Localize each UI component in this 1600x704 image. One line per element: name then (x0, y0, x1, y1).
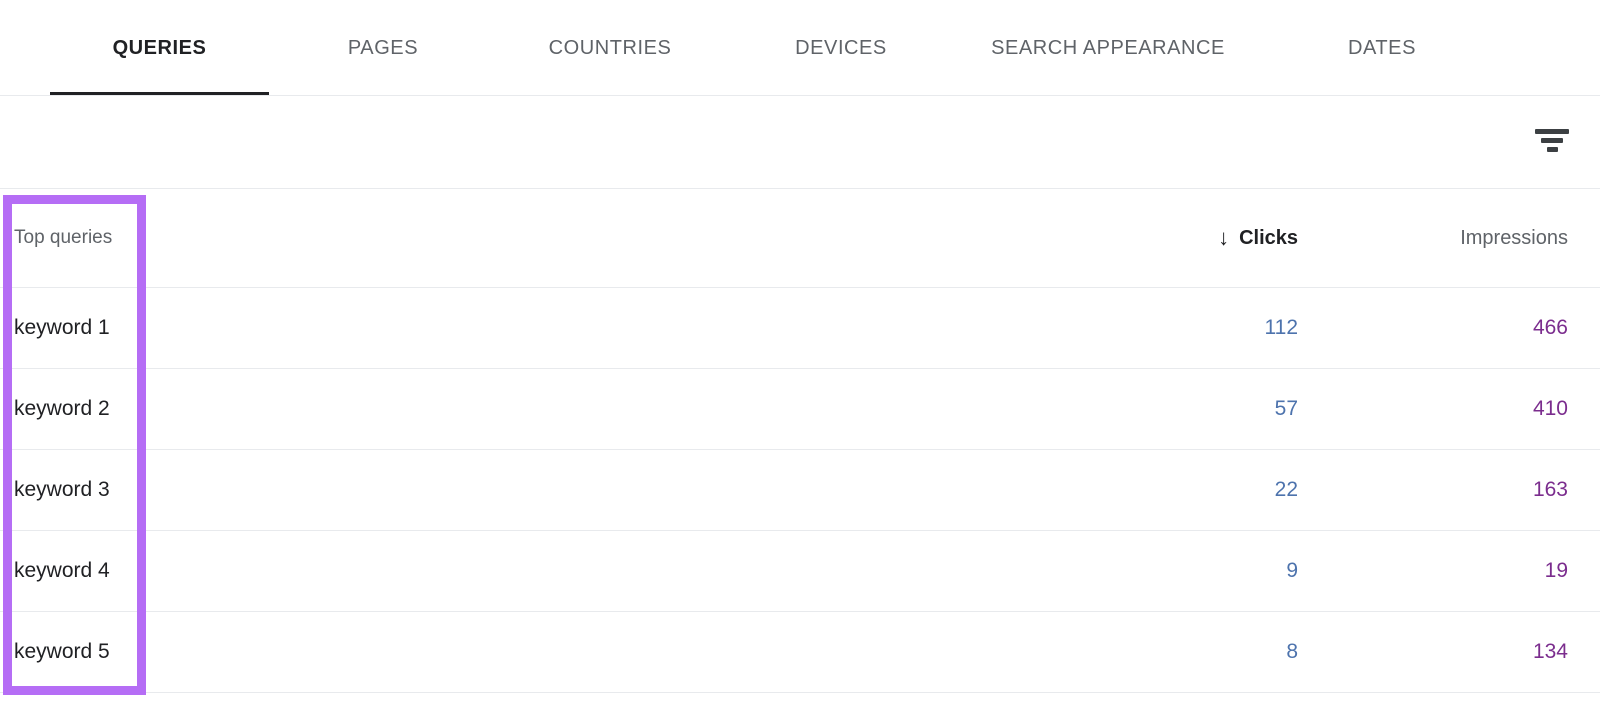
table-row[interactable]: keyword 3 22 163 (0, 450, 1600, 531)
sort-descending-arrow-icon: ↓ (1218, 225, 1230, 250)
cell-query: keyword 1 (14, 316, 110, 339)
tab-queries[interactable]: QUERIES (50, 0, 269, 96)
cell-query: keyword 4 (14, 559, 110, 582)
tab-dates[interactable]: DATES (1257, 0, 1507, 96)
filter-icon-bar-top (1535, 128, 1569, 134)
cell-clicks: 112 (1264, 316, 1298, 339)
filter-icon-bar-middle (1541, 137, 1563, 143)
table-row[interactable]: keyword 5 8 134 (0, 612, 1600, 693)
tab-devices-label: DEVICES (795, 36, 887, 59)
tab-queries-label: QUERIES (112, 36, 207, 59)
column-header-clicks[interactable]: ↓ Clicks (1136, 227, 1318, 250)
column-header-clicks-label: Clicks (1239, 226, 1298, 249)
table-row[interactable]: keyword 1 112 466 (0, 288, 1600, 369)
tab-bar: QUERIES PAGES COUNTRIES DEVICES SEARCH A… (0, 0, 1600, 96)
tab-search-appearance-label: SEARCH APPEARANCE (991, 36, 1225, 59)
tab-pages-label: PAGES (347, 36, 419, 59)
tab-dates-label: DATES (1348, 36, 1416, 59)
cell-impressions: 163 (1532, 478, 1568, 501)
cell-impressions: 466 (1532, 316, 1568, 339)
column-header-top-queries[interactable]: Top queries (0, 227, 1136, 249)
tab-countries-label: COUNTRIES (548, 36, 672, 59)
filter-icon[interactable] (1528, 116, 1576, 164)
filter-icon-bar-bottom (1546, 146, 1558, 152)
cell-impressions: 410 (1532, 397, 1568, 420)
tab-devices[interactable]: DEVICES (723, 0, 959, 96)
queries-table: Top queries ↓ Clicks Impressions keyword… (0, 189, 1600, 693)
cell-clicks: 8 (1286, 640, 1298, 663)
cell-clicks: 22 (1274, 478, 1298, 501)
tab-countries[interactable]: COUNTRIES (497, 0, 723, 96)
table-header-row: Top queries ↓ Clicks Impressions (0, 189, 1600, 288)
cell-query: keyword 5 (14, 640, 110, 663)
tab-search-appearance[interactable]: SEARCH APPEARANCE (959, 0, 1257, 96)
column-header-impressions[interactable]: Impressions (1318, 227, 1600, 250)
table-row[interactable]: keyword 2 57 410 (0, 369, 1600, 450)
cell-clicks: 9 (1286, 559, 1298, 582)
tab-pages[interactable]: PAGES (269, 0, 497, 96)
cell-query: keyword 2 (14, 397, 110, 420)
cell-query: keyword 3 (14, 478, 110, 501)
cell-impressions: 19 (1544, 559, 1568, 582)
table-toolbar (0, 96, 1600, 189)
cell-impressions: 134 (1532, 640, 1568, 663)
table-row[interactable]: keyword 4 9 19 (0, 531, 1600, 612)
cell-clicks: 57 (1274, 397, 1298, 420)
